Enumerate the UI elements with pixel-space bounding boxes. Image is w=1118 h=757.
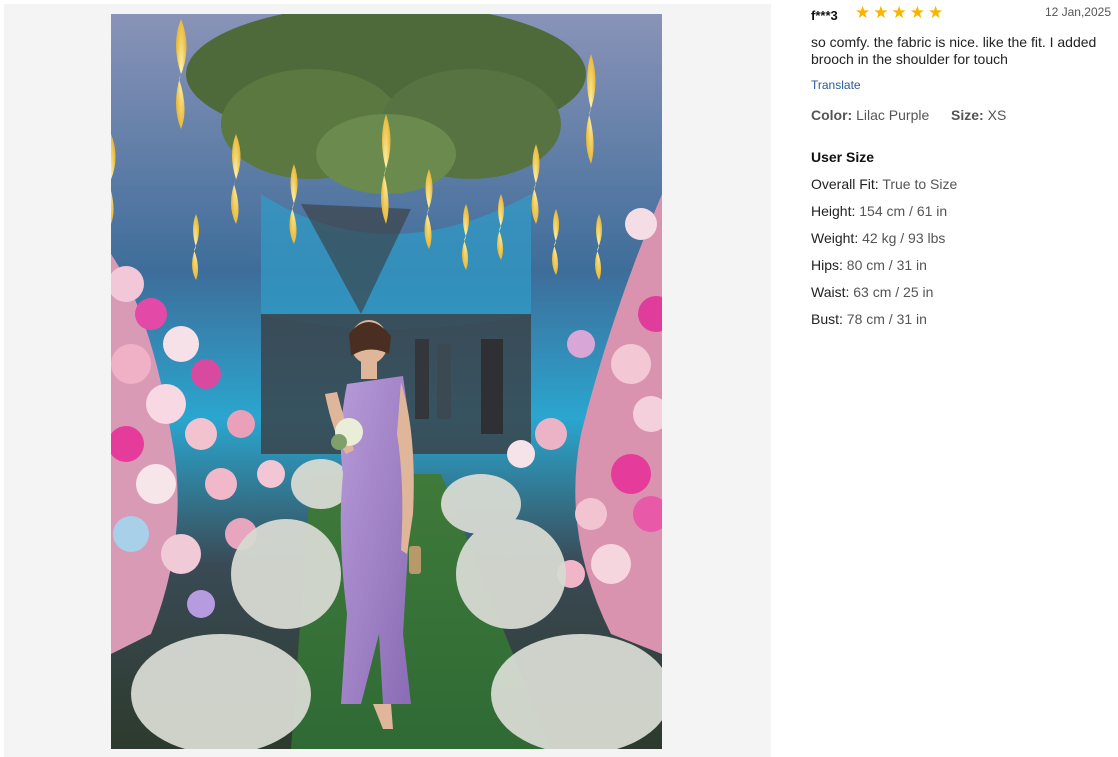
size-row-height: Height: 154 cm / 61 in — [811, 203, 957, 230]
size-row-bust: Bust: 78 cm / 31 in — [811, 311, 957, 338]
star-icon: ★ — [928, 3, 944, 22]
color-value: Lilac Purple — [856, 107, 930, 123]
color-label: Color: — [811, 107, 853, 123]
size-row-overall-fit: Overall Fit: True to Size — [811, 176, 957, 203]
size-row-hips: Hips: 80 cm / 31 in — [811, 257, 957, 284]
size-row-value: 154 cm / 61 in — [859, 203, 948, 219]
size-row-label: Overall Fit: — [811, 176, 879, 192]
size-row-label: Bust: — [811, 311, 843, 327]
size-value: XS — [987, 107, 1007, 123]
translate-link[interactable]: Translate — [811, 78, 861, 92]
reviewer-name: f***3 — [811, 8, 838, 23]
size-row-value: 78 cm / 31 in — [846, 311, 927, 327]
size-row-value: 63 cm / 25 in — [853, 284, 934, 300]
size-row-weight: Weight: 42 kg / 93 lbs — [811, 230, 957, 257]
star-icon: ★ — [873, 3, 889, 22]
size-row-waist: Waist: 63 cm / 25 in — [811, 284, 957, 311]
size-label: Size: — [951, 107, 984, 123]
review-header: f***3 ★ ★ ★ ★ ★ 12 Jan,2025 — [811, 4, 1111, 24]
user-size-list: Overall Fit: True to Size Height: 154 cm… — [811, 176, 957, 338]
size-row-value: True to Size — [882, 176, 958, 192]
size-row-label: Hips: — [811, 257, 843, 273]
size-row-label: Height: — [811, 203, 856, 219]
review-text: so comfy. the fabric is nice. like the f… — [811, 34, 1097, 67]
user-size-title: User Size — [811, 149, 875, 165]
size-row-value: 42 kg / 93 lbs — [862, 230, 946, 246]
size-row-label: Waist: — [811, 284, 850, 300]
size-row-label: Weight: — [811, 230, 859, 246]
rating-stars: ★ ★ ★ ★ ★ — [855, 4, 943, 22]
review-photo-pane — [4, 4, 771, 757]
size-row-value: 80 cm / 31 in — [846, 257, 927, 273]
review-photo[interactable] — [111, 14, 662, 749]
review-date: 12 Jan,2025 — [1044, 5, 1111, 19]
star-icon: ★ — [909, 3, 925, 22]
purchase-attributes: Color: Lilac Purple Size: XS — [811, 107, 1006, 123]
star-icon: ★ — [891, 3, 907, 22]
star-icon: ★ — [855, 3, 871, 22]
